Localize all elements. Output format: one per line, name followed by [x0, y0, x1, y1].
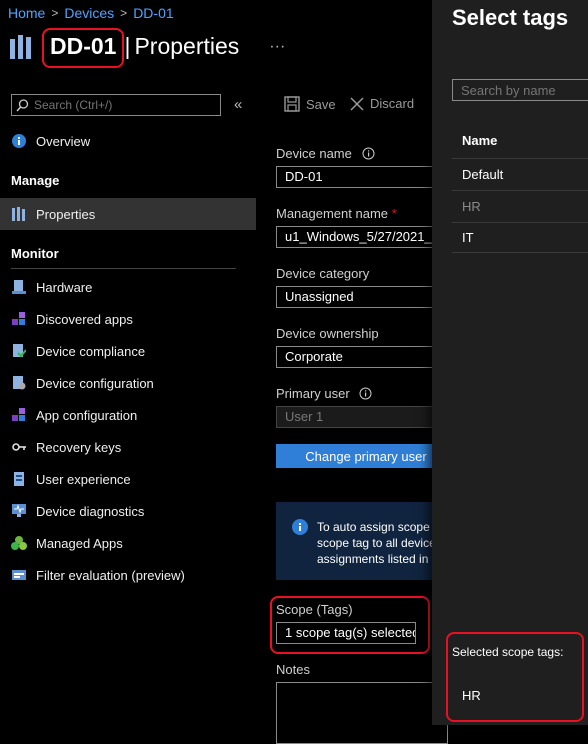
sidebar-item-filter-evaluation-preview[interactable]: Filter evaluation (preview) — [0, 559, 256, 591]
sidebar-item-overview[interactable]: Overview — [0, 125, 256, 157]
device-ownership-label: Device ownership — [276, 326, 379, 341]
save-icon — [284, 96, 300, 112]
apps-icon — [11, 311, 27, 327]
sidebar-item-app-configuration[interactable]: App configuration — [0, 399, 256, 431]
sidebar-item-hardware[interactable]: Hardware — [0, 271, 256, 303]
sidebar-item-label: Overview — [36, 133, 91, 149]
breadcrumb-devices[interactable]: Devices — [64, 5, 114, 21]
sidebar-item-device-configuration[interactable]: Device configuration — [0, 367, 256, 399]
sidebar-item-label: Properties — [36, 206, 96, 222]
app-config-icon — [11, 407, 27, 423]
sidebar-item-label: Managed Apps — [36, 535, 123, 551]
monitor-heading: Monitor — [11, 246, 59, 261]
chevron-right-icon: > — [51, 6, 59, 20]
info-icon — [11, 133, 27, 149]
info-icon[interactable] — [359, 387, 372, 400]
chevron-right-icon: > — [120, 6, 128, 20]
primary-user-label: Primary user — [276, 386, 372, 401]
sidebar-item-label: Device compliance — [36, 343, 146, 359]
save-label: Save — [306, 96, 336, 112]
info-line: scope tag to all device — [317, 536, 436, 550]
device-name-title: DD-01 — [50, 33, 117, 59]
tag-search[interactable] — [452, 79, 588, 101]
key-icon — [11, 439, 27, 455]
notes-label: Notes — [276, 662, 310, 677]
sidebar-item-label: Discovered apps — [36, 311, 133, 327]
sidebar-item-label: Device configuration — [36, 375, 154, 391]
manage-heading: Manage — [11, 173, 60, 188]
tag-row-hr[interactable]: HR — [452, 190, 588, 221]
tag-search-input[interactable] — [453, 80, 588, 101]
properties-icon — [10, 34, 36, 59]
breadcrumb-device[interactable]: DD-01 — [133, 5, 173, 21]
info-banner-text: To auto assign scope t scope tag to all … — [317, 519, 437, 567]
info-icon[interactable] — [362, 147, 375, 160]
sidebar-item-properties[interactable]: Properties — [0, 198, 256, 230]
sidebar-item-managed-apps[interactable]: Managed Apps — [0, 527, 256, 559]
discard-label: Discard — [370, 96, 415, 111]
tag-name: IT — [462, 230, 474, 245]
collapse-sidebar-icon[interactable]: « — [234, 96, 242, 113]
more-options-icon[interactable]: ··· — [269, 38, 285, 56]
page-title: DD-01 | Properties ··· — [10, 32, 285, 61]
sidebar-item-recovery-keys[interactable]: Recovery keys — [0, 431, 256, 463]
managed-apps-icon — [11, 535, 27, 551]
primary-user-label-text: Primary user — [276, 386, 350, 401]
search-icon — [16, 98, 29, 112]
management-name-label: Management name * — [276, 206, 397, 221]
diagnostics-icon — [11, 503, 27, 519]
filter-icon — [11, 567, 27, 583]
name-column-header: Name — [462, 133, 498, 148]
sidebar-item-label: App configuration — [36, 407, 138, 423]
breadcrumb-home[interactable]: Home — [8, 5, 45, 21]
tag-name: Default — [462, 166, 504, 182]
page-subtitle: Properties — [134, 33, 240, 59]
divider — [11, 268, 236, 269]
discard-button[interactable]: Discard — [350, 96, 414, 111]
sidebar-item-label: Filter evaluation (preview) — [36, 567, 185, 583]
sidebar-search-input[interactable] — [34, 98, 204, 112]
sidebar-item-device-compliance[interactable]: Device compliance — [0, 335, 256, 367]
sidebar-search[interactable] — [11, 94, 221, 116]
info-icon — [292, 519, 308, 535]
management-name-label-text: Management name — [276, 206, 389, 221]
scope-tags-label: Scope (Tags) — [276, 602, 353, 617]
change-primary-user-button[interactable]: Change primary user — [276, 444, 456, 468]
info-line: To auto assign scope t — [317, 520, 437, 534]
tag-row-it[interactable]: IT — [452, 222, 588, 253]
save-button[interactable]: Save — [284, 96, 336, 112]
device-name-label: Device name — [276, 146, 375, 161]
panel-title: Select tags — [452, 5, 569, 30]
sidebar-item-label: Device diagnostics — [36, 503, 145, 519]
configuration-icon — [11, 375, 27, 391]
close-icon — [350, 96, 364, 111]
sidebar-item-discovered-apps[interactable]: Discovered apps — [0, 303, 256, 335]
properties-icon — [11, 206, 27, 222]
tag-name: HR — [462, 198, 481, 214]
hardware-icon — [11, 279, 27, 295]
device-category-label: Device category — [276, 266, 370, 281]
device-name-label-text: Device name — [276, 146, 352, 161]
sidebar-item-label: User experience — [36, 471, 131, 487]
sidebar-item-label: Hardware — [36, 279, 93, 295]
title-separator: | — [124, 33, 131, 59]
selected-tag-hr[interactable]: HR — [462, 688, 481, 703]
info-line: assignments listed in t — [317, 552, 436, 566]
notes-textarea[interactable] — [276, 682, 448, 744]
required-mark: * — [391, 206, 397, 221]
selected-tags-label: Selected scope tags: — [452, 645, 564, 659]
select-tags-panel: Select tags Name Default HR IT Selected … — [432, 0, 588, 725]
sidebar-item-user-experience[interactable]: User experience — [0, 463, 256, 495]
compliance-icon — [11, 343, 27, 359]
breadcrumb: Home > Devices > DD-01 — [8, 5, 174, 21]
sidebar-item-label: Recovery keys — [36, 439, 122, 455]
user-experience-icon — [11, 471, 27, 487]
tag-row-default[interactable]: Default — [452, 158, 588, 189]
sidebar-item-device-diagnostics[interactable]: Device diagnostics — [0, 495, 256, 527]
scope-tags-field[interactable]: 1 scope tag(s) selected — [276, 622, 416, 644]
